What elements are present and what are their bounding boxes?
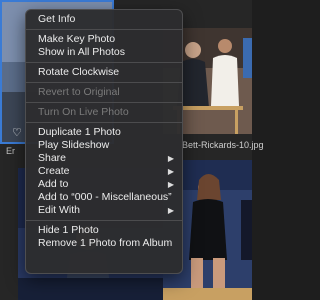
- menu-separator: [26, 122, 182, 123]
- menu-item-label: Share: [38, 152, 67, 164]
- menu-item-play-slideshow[interactable]: Play Slideshow: [26, 139, 182, 152]
- menu-separator: [26, 29, 182, 30]
- menu-item-rotate-clockwise[interactable]: Rotate Clockwise: [26, 66, 182, 79]
- menu-item-label: Remove 1 Photo from Album: [38, 237, 173, 249]
- menu-item-label: Rotate Clockwise: [38, 66, 120, 78]
- menu-item-turn-on-live-photo: Turn On Live Photo: [26, 106, 182, 119]
- menu-item-show-in-all-photos[interactable]: Show in All Photos: [26, 46, 182, 59]
- menu-item-get-info[interactable]: Get Info: [26, 13, 182, 26]
- menu-item-label: Get Info: [38, 13, 76, 25]
- menu-item-label: Create: [38, 165, 70, 177]
- menu-item-edit-with[interactable]: Edit With ▶: [26, 204, 182, 217]
- menu-item-label: Edit With: [38, 204, 81, 216]
- photo-caption: Bett-Rickards-10.jpg: [182, 140, 264, 150]
- menu-separator: [26, 220, 182, 221]
- submenu-arrow-icon: ▶: [167, 154, 174, 163]
- menu-item-label: Revert to Original: [38, 86, 120, 98]
- menu-item-label: Duplicate 1 Photo: [38, 126, 121, 138]
- menu-item-label: Add to “000 - Miscellaneous”: [38, 191, 172, 203]
- menu-separator: [26, 82, 182, 83]
- menu-item-label: Show in All Photos: [38, 46, 125, 58]
- menu-item-remove-from-album[interactable]: Remove 1 Photo from Album: [26, 237, 182, 250]
- favorite-heart-icon[interactable]: ♡: [12, 128, 22, 139]
- menu-item-duplicate-photo[interactable]: Duplicate 1 Photo: [26, 126, 182, 139]
- menu-item-revert-to-original: Revert to Original: [26, 86, 182, 99]
- menu-item-label: Hide 1 Photo: [38, 224, 99, 236]
- menu-separator: [26, 102, 182, 103]
- menu-item-add-to[interactable]: Add to ▶: [26, 178, 182, 191]
- menu-item-label: Add to: [38, 178, 69, 190]
- photo-context-menu: Get Info Make Key Photo Show in All Phot…: [25, 9, 183, 274]
- menu-item-label: Make Key Photo: [38, 33, 116, 45]
- menu-item-hide-photo[interactable]: Hide 1 Photo: [26, 224, 182, 237]
- menu-item-label: Turn On Live Photo: [38, 106, 129, 118]
- menu-separator: [26, 62, 182, 63]
- submenu-arrow-icon: ▶: [167, 180, 174, 189]
- menu-item-create[interactable]: Create ▶: [26, 165, 182, 178]
- menu-item-share[interactable]: Share ▶: [26, 152, 182, 165]
- submenu-arrow-icon: ▶: [167, 167, 174, 176]
- menu-item-make-key-photo[interactable]: Make Key Photo: [26, 33, 182, 46]
- menu-item-label: Play Slideshow: [38, 139, 110, 151]
- menu-item-add-to-album[interactable]: Add to “000 - Miscellaneous”: [26, 191, 182, 204]
- photo-caption: Er: [6, 146, 15, 156]
- submenu-arrow-icon: ▶: [167, 206, 174, 215]
